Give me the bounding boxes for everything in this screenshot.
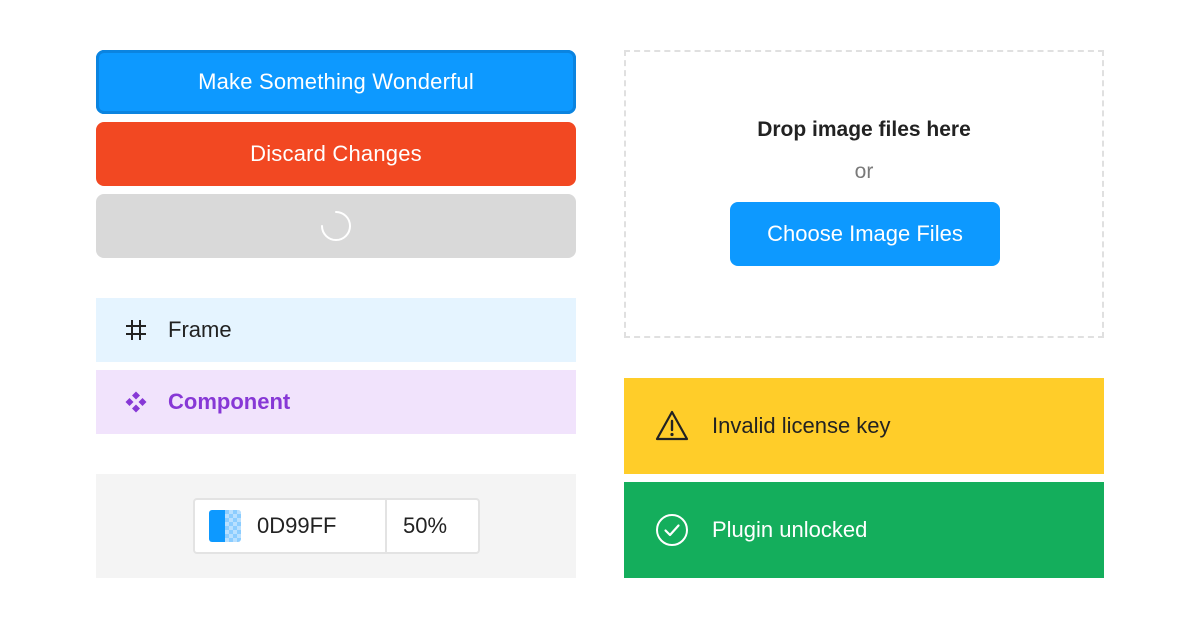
dropzone-title: Drop image files here [757, 118, 971, 141]
swatch-solid [209, 510, 225, 542]
component-label: Component [168, 389, 291, 414]
warning-triangle-icon [654, 408, 690, 444]
frame-label: Frame [168, 317, 232, 342]
check-circle-icon [654, 512, 690, 548]
choose-image-files-button[interactable]: Choose Image Files [730, 202, 1000, 266]
danger-button-label: Discard Changes [250, 141, 422, 166]
success-text: Plugin unlocked [712, 517, 868, 542]
make-something-wonderful-button[interactable]: Make Something Wonderful [96, 50, 576, 114]
swatch-alpha-checker [225, 510, 241, 542]
opacity-field[interactable]: 50% [403, 513, 447, 539]
hex-value-field[interactable]: 0D99FF [257, 513, 377, 539]
dropzone-or-text: or [854, 160, 874, 183]
component-diamond-icon [122, 388, 150, 416]
loading-button[interactable] [96, 194, 576, 258]
choose-button-label: Choose Image Files [767, 221, 963, 246]
color-input[interactable]: 0D99FF 50% [193, 498, 480, 554]
input-divider [385, 500, 387, 552]
layer-item-frame[interactable]: Frame [96, 298, 576, 362]
layer-item-component[interactable]: Component [96, 370, 576, 434]
plugin-ui-showcase: Make Something Wonderful Discard Changes… [0, 0, 1200, 628]
warning-text: Invalid license key [712, 413, 891, 438]
success-banner: Plugin unlocked [624, 482, 1104, 578]
warning-banner: Invalid license key [624, 378, 1104, 474]
image-dropzone[interactable]: Drop image files here or Choose Image Fi… [624, 50, 1104, 338]
color-panel: 0D99FF 50% [96, 474, 576, 578]
primary-button-label: Make Something Wonderful [198, 69, 474, 94]
discard-changes-button[interactable]: Discard Changes [96, 122, 576, 186]
color-swatch[interactable] [209, 510, 241, 542]
hash-frame-icon [122, 316, 150, 344]
loading-spinner-icon [321, 211, 351, 241]
